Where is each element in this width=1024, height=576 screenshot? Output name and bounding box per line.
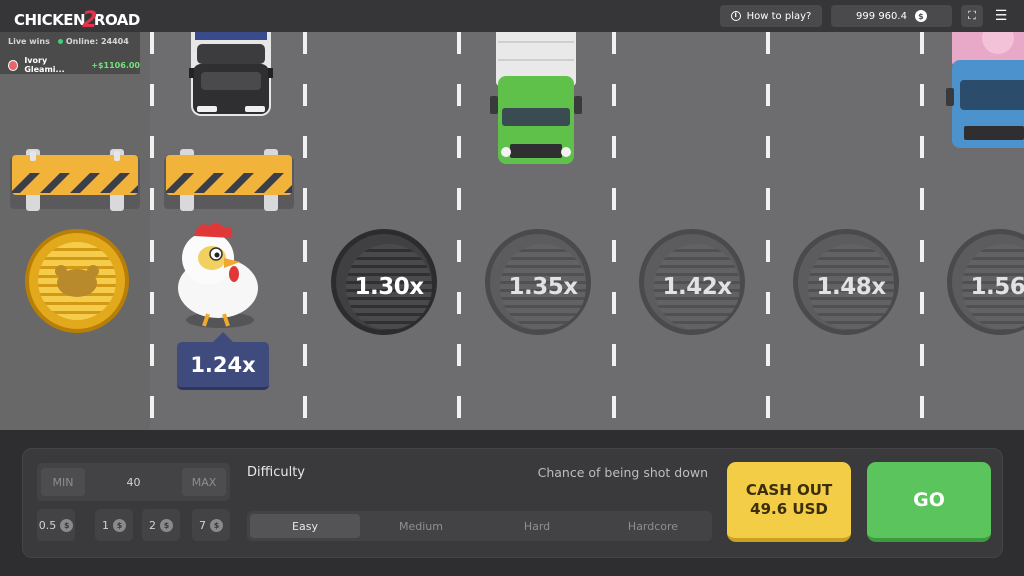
cash-out-amount: 49.6 USD	[750, 500, 828, 518]
difficulty-hardcore[interactable]: Hardcore	[598, 514, 708, 538]
chip-button-1[interactable]: 1 $	[95, 509, 133, 541]
max-bet-button[interactable]: MAX	[182, 468, 226, 496]
menu-button[interactable]: ☰	[990, 5, 1012, 27]
chip-button-7[interactable]: 7 $	[192, 509, 230, 541]
how-to-play-button[interactable]: i How to play?	[720, 5, 822, 27]
win-amount: +$1106.00	[91, 60, 140, 70]
logo-number: 2	[82, 8, 97, 33]
lane-divider	[920, 32, 924, 430]
road-area: Live wins Online: 24404 Ivory Gleami... …	[0, 32, 1024, 430]
blue-truck-icon	[946, 32, 1024, 148]
game-root: CHICKEN2ROAD i How to play? 999 960.4 $ …	[0, 0, 1024, 576]
bottom-bar: MIN 40 MAX 0.5 $ 1 $ 2 $ 7 $ Difficulty …	[0, 430, 1024, 576]
chip-value: 0.5	[38, 518, 57, 532]
multiplier-label: 1.56x	[970, 274, 1024, 300]
dollar-coin-icon: $	[210, 518, 223, 532]
online-label: Online: 24404	[65, 37, 129, 46]
lane-divider	[766, 32, 770, 430]
chip-value: 1	[102, 518, 109, 532]
cash-out-label: CASH OUT	[745, 481, 833, 499]
top-bar: CHICKEN2ROAD i How to play? 999 960.4 $ …	[0, 0, 1024, 33]
manhole-lane-5[interactable]: 1.56x	[947, 229, 1024, 335]
manhole-lane-2[interactable]: 1.35x	[485, 229, 591, 335]
online-dot-icon	[57, 39, 63, 44]
multiplier-label: 1.35x	[508, 274, 578, 300]
live-wins-title: Live wins	[8, 37, 50, 46]
difficulty-medium[interactable]: Medium	[366, 514, 476, 538]
chicken-icon	[178, 222, 258, 328]
multiplier-label: 1.42x	[662, 274, 732, 300]
player-avatar	[8, 59, 19, 71]
live-win-entry: Ivory Gleami... +$1106.00	[8, 56, 140, 74]
fullscreen-button[interactable]: ⛶	[961, 5, 983, 27]
chance-label: Chance of being shot down	[537, 465, 708, 480]
info-icon: i	[730, 11, 741, 21]
difficulty-easy[interactable]: Easy	[250, 514, 360, 538]
current-multiplier-badge: 1.24x	[177, 332, 269, 390]
logo-text-b: ROAD	[93, 11, 140, 29]
balance-value: 999 960.4	[856, 10, 907, 22]
online-count: Online: 24404	[57, 37, 129, 46]
dollar-coin-icon: $	[60, 518, 74, 532]
control-panel: MIN 40 MAX 0.5 $ 1 $ 2 $ 7 $ Difficulty …	[22, 448, 1003, 558]
balance-display: 999 960.4 $	[831, 5, 952, 27]
logo-text-a: CHICKEN	[14, 11, 86, 29]
police-car-icon	[189, 32, 273, 116]
manhole-lane-3[interactable]: 1.42x	[639, 229, 745, 335]
chip-value: 2	[149, 518, 156, 532]
lane-divider	[150, 32, 154, 430]
live-wins-panel: Live wins Online: 24404 Ivory Gleami... …	[0, 32, 140, 74]
fullscreen-icon: ⛶	[968, 9, 976, 22]
chip-value: 7	[199, 518, 206, 532]
dollar-coin-icon: $	[160, 518, 173, 532]
chip-button-2[interactable]: 2 $	[142, 509, 180, 541]
lane-divider	[303, 32, 307, 430]
dollar-coin-icon: $	[113, 518, 126, 532]
difficulty-selector: Easy Medium Hard Hardcore	[247, 511, 712, 541]
min-bet-button[interactable]: MIN	[41, 468, 85, 496]
game-logo: CHICKEN2ROAD	[14, 6, 140, 33]
roast-chicken-icon	[55, 265, 99, 297]
road-barrier-icon	[164, 149, 294, 211]
live-wins-header: Live wins Online: 24404	[8, 37, 129, 46]
cash-out-button[interactable]: CASH OUT 49.6 USD	[727, 462, 851, 542]
lane-divider	[457, 32, 461, 430]
go-button[interactable]: GO	[867, 462, 991, 542]
how-to-play-label: How to play?	[746, 10, 812, 22]
bet-amount-input[interactable]: 40	[87, 463, 180, 501]
manhole-lane-1[interactable]: 1.30x	[331, 229, 437, 335]
multiplier-label: 1.48x	[816, 274, 886, 300]
hamburger-menu-icon: ☰	[994, 8, 1008, 24]
manhole-lane-4[interactable]: 1.48x	[793, 229, 899, 335]
bet-amount-control: MIN 40 MAX	[37, 463, 230, 501]
difficulty-hard[interactable]: Hard	[482, 514, 592, 538]
start-gold-manhole	[25, 229, 129, 333]
multiplier-label: 1.30x	[354, 274, 424, 300]
lane-divider	[612, 32, 616, 430]
chip-button-0-5[interactable]: 0.5 $	[37, 509, 75, 541]
difficulty-title: Difficulty	[247, 465, 305, 480]
player-name: Ivory Gleami...	[24, 56, 65, 74]
dollar-coin-icon: $	[914, 10, 927, 22]
road-barrier-icon	[10, 149, 140, 211]
green-truck-icon	[490, 32, 582, 164]
